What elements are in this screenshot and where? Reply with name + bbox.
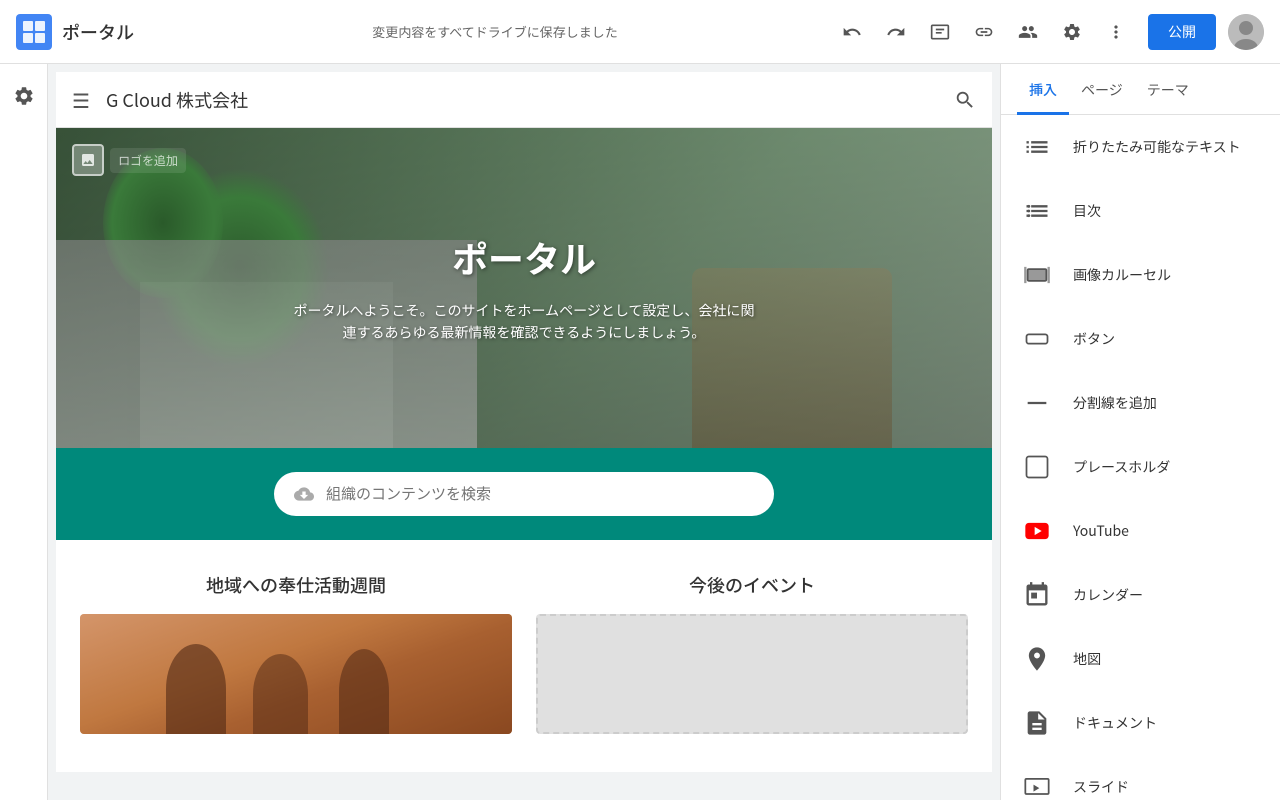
hero-content: ポータル ポータルへようこそ。このサイトをホームページとして設定し、会社に関連す… (290, 232, 758, 345)
page-settings-button[interactable] (4, 76, 44, 116)
logo-placeholder-text[interactable]: ロゴを追加 (110, 148, 186, 173)
topbar-actions: 公開 (832, 12, 1264, 52)
panel-item-slides-label: スライド (1073, 777, 1129, 797)
header-search-icon[interactable] (954, 89, 976, 111)
youtube-icon (1017, 511, 1057, 551)
calendar-icon (1017, 575, 1057, 615)
preview-button[interactable] (920, 12, 960, 52)
panel-item-toc[interactable]: 目次 (1001, 179, 1280, 243)
carousel-icon (1017, 255, 1057, 295)
panel-item-document-label: ドキュメント (1073, 713, 1157, 733)
app-logo: ポータル (16, 14, 134, 50)
tab-page[interactable]: ページ (1069, 64, 1135, 115)
share-button[interactable] (1008, 12, 1048, 52)
panel-item-youtube[interactable]: YouTube (1001, 499, 1280, 563)
panel-item-youtube-label: YouTube (1073, 521, 1129, 541)
panel-item-divider[interactable]: 分割線を追加 (1001, 371, 1280, 435)
map-icon (1017, 639, 1057, 679)
right-panel: 挿入 ページ テーマ 折りたたみ可能なテキスト 目次 画像カルーセル (1000, 64, 1280, 800)
redo-icon (886, 22, 906, 42)
site-name: G Cloud 株式会社 (106, 87, 954, 113)
page-content: ☰ G Cloud 株式会社 ロゴを追加 (56, 72, 992, 772)
panel-item-carousel[interactable]: 画像カルーセル (1001, 243, 1280, 307)
gear-icon (1062, 22, 1082, 42)
logo-box[interactable] (72, 144, 104, 176)
document-icon (1017, 703, 1057, 743)
link-button[interactable] (964, 12, 1004, 52)
panel-tabs: 挿入 ページ テーマ (1001, 64, 1280, 115)
more-icon (1106, 22, 1126, 42)
panel-item-button-label: ボタン (1073, 329, 1115, 349)
panel-item-button[interactable]: ボタン (1001, 307, 1280, 371)
content-section: 地域への奉仕活動週間 今後のイベント (56, 540, 992, 766)
share-icon (1018, 22, 1038, 42)
undo-button[interactable] (832, 12, 872, 52)
search-section (56, 448, 992, 540)
panel-item-map-label: 地図 (1073, 649, 1101, 669)
topbar: ポータル 変更内容をすべてドライブに保存しました 公開 (0, 0, 1280, 64)
save-status: 変更内容をすべてドライブに保存しました (158, 22, 832, 41)
tab-insert[interactable]: 挿入 (1017, 64, 1069, 115)
cloud-search-icon (294, 484, 314, 504)
app-title: ポータル (62, 19, 134, 45)
avatar-image (1228, 14, 1264, 50)
panel-item-collapse-text-label: 折りたたみ可能なテキスト (1073, 137, 1241, 157)
hero-section: ロゴを追加 ポータル ポータルへようこそ。このサイトをホームページとして設定し、… (56, 128, 992, 448)
content-col-2: 今後のイベント (536, 572, 968, 734)
panel-item-divider-label: 分割線を追加 (1073, 393, 1157, 413)
panel-item-document[interactable]: ドキュメント (1001, 691, 1280, 755)
panel-item-map[interactable]: 地図 (1001, 627, 1280, 691)
hero-logo-area: ロゴを追加 (72, 144, 186, 176)
settings-icon (13, 85, 35, 107)
placeholder-icon (1017, 447, 1057, 487)
panel-item-placeholder-label: プレースホルダ (1073, 457, 1170, 477)
toc-icon (1017, 191, 1057, 231)
panel-item-calendar[interactable]: カレンダー (1001, 563, 1280, 627)
app-logo-icon (16, 14, 52, 50)
panel-item-slides[interactable]: スライド (1001, 755, 1280, 800)
panel-item-calendar-label: カレンダー (1073, 585, 1143, 605)
link-icon (974, 22, 994, 42)
preview-icon (930, 22, 950, 42)
divider-icon (1017, 383, 1057, 423)
more-button[interactable] (1096, 12, 1136, 52)
publish-button[interactable]: 公開 (1148, 14, 1216, 50)
slides-icon (1017, 767, 1057, 800)
settings-button[interactable] (1052, 12, 1092, 52)
search-teal-icon (294, 484, 314, 504)
main-layout: ☰ G Cloud 株式会社 ロゴを追加 (0, 64, 1280, 800)
hamburger-icon[interactable]: ☰ (72, 85, 90, 114)
canvas-area: ☰ G Cloud 株式会社 ロゴを追加 (48, 64, 1000, 800)
content-image-1 (80, 614, 512, 734)
search-icon (954, 89, 976, 111)
avatar (1228, 14, 1264, 50)
panel-item-toc-label: 目次 (1073, 201, 1101, 221)
tab-theme[interactable]: テーマ (1135, 64, 1201, 115)
hero-title: ポータル (290, 232, 758, 284)
content-col-2-title: 今後のイベント (536, 572, 968, 598)
left-settings-panel (0, 64, 48, 800)
content-col-1-title: 地域への奉仕活動週間 (80, 572, 512, 598)
search-box (274, 472, 774, 516)
content-image-2 (536, 614, 968, 734)
panel-item-collapse-text[interactable]: 折りたたみ可能なテキスト (1001, 115, 1280, 179)
content-col-1: 地域への奉仕活動週間 (80, 572, 512, 734)
redo-button[interactable] (876, 12, 916, 52)
image-icon (80, 152, 96, 168)
panel-item-placeholder[interactable]: プレースホルダ (1001, 435, 1280, 499)
button-icon (1017, 319, 1057, 359)
undo-icon (842, 22, 862, 42)
panel-item-carousel-label: 画像カルーセル (1073, 265, 1171, 285)
hero-subtitle: ポータルへようこそ。このサイトをホームページとして設定し、会社に関連するあらゆる… (290, 300, 758, 345)
site-header: ☰ G Cloud 株式会社 (56, 72, 992, 128)
search-input[interactable] (326, 486, 754, 503)
collapse-text-icon (1017, 127, 1057, 167)
